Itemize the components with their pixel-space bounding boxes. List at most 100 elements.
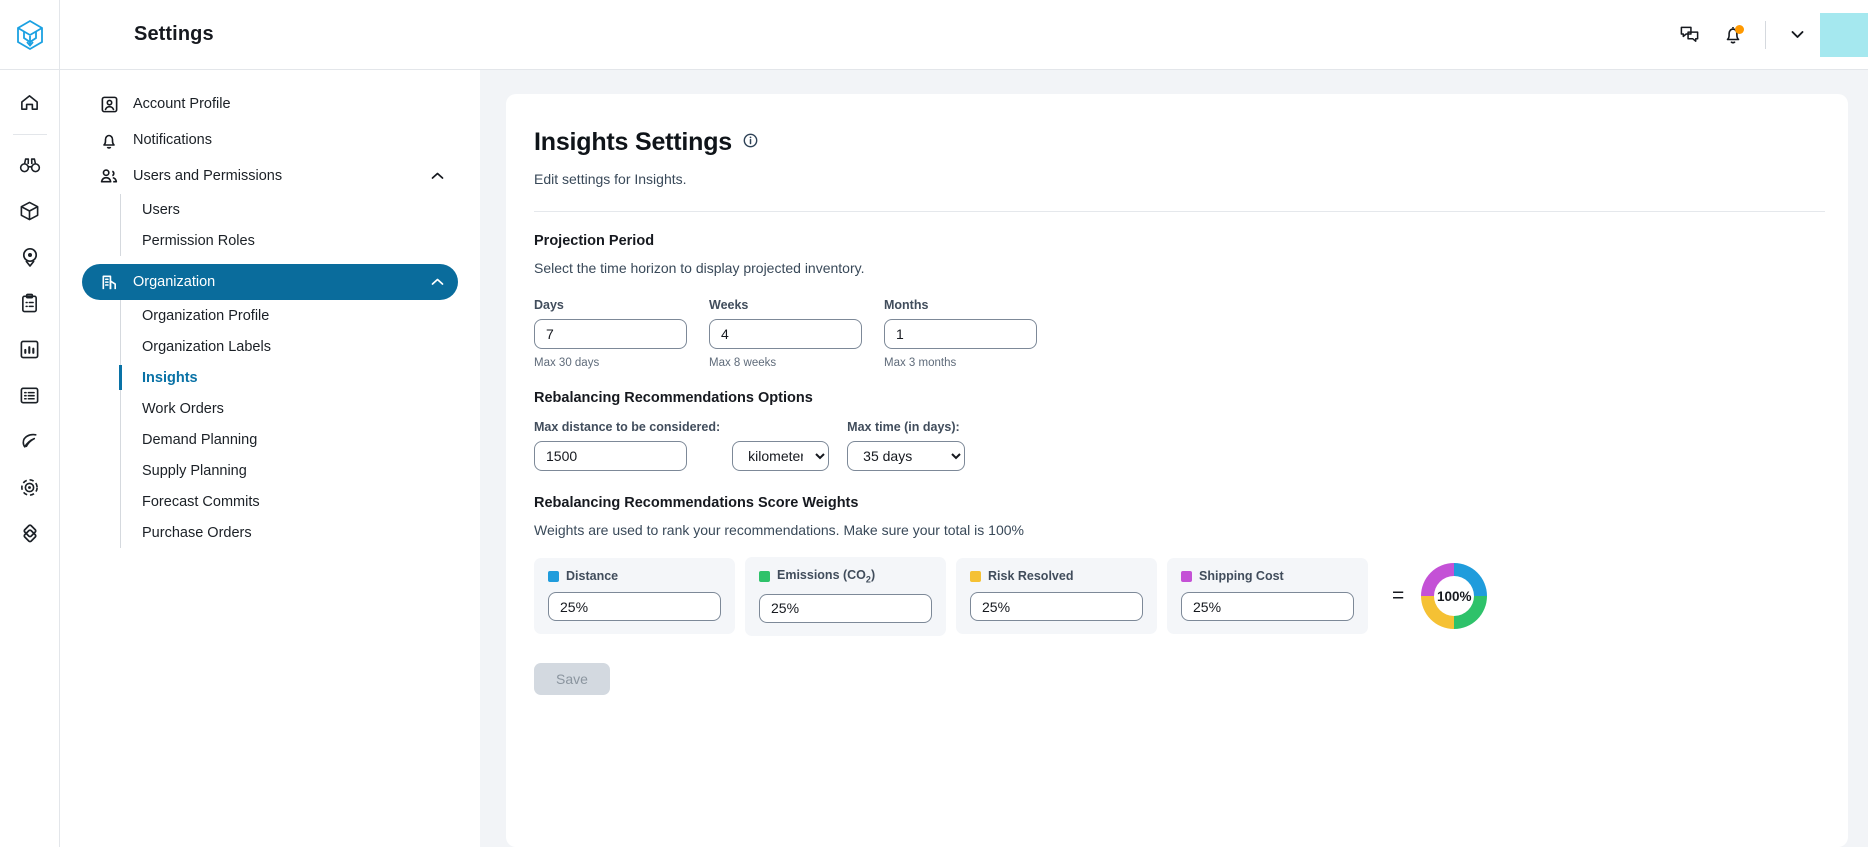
sidebar-item-users[interactable]: Users [121,194,480,225]
sidebar-item-work-orders[interactable]: Work Orders [121,393,480,424]
subnav-label: Supply Planning [142,463,247,479]
days-input[interactable] [534,319,687,349]
sidebar-item-forecast-commits[interactable]: Forecast Commits [121,486,480,517]
projection-period-description: Select the time horizon to display proje… [534,260,1816,276]
rail-item-discover[interactable] [10,145,50,185]
field-hint: Max 30 days [534,357,687,369]
rebalancing-options-title: Rebalancing Recommendations Options [534,390,1816,406]
leaf-icon [19,431,40,452]
score-weights-description: Weights are used to rank your recommenda… [534,522,1816,538]
sidebar-item-users-and-permissions[interactable]: Users and Permissions [82,158,458,194]
sidebar-item-demand-planning[interactable]: Demand Planning [121,424,480,455]
nav-spacer [60,256,480,264]
bell-icon [98,131,120,150]
emissions-weight-input[interactable] [759,594,932,623]
field-hint: Max 8 weeks [709,357,862,369]
projection-field-weeks: Weeks Max 8 weeks [709,298,862,369]
chevron-down-icon [1791,30,1804,39]
page-title: Insights Settings [534,128,732,157]
rail-item-radar[interactable] [10,467,50,507]
max-time-select[interactable]: 35 days 7 days 14 days 21 days [847,441,965,471]
notification-badge-dot [1735,25,1744,34]
rail-item-locations[interactable] [10,237,50,277]
section-divider [534,211,1825,212]
sidebar-item-permission-roles[interactable]: Permission Roles [121,225,480,256]
sidebar-item-insights[interactable]: Insights [121,362,480,393]
account-profile-icon [98,95,120,114]
sidebar-item-purchase-orders[interactable]: Purchase Orders [121,517,480,548]
app-logo[interactable] [0,0,60,70]
list-details-icon [19,385,40,406]
weight-label: Distance [566,569,618,583]
subnav-label: Purchase Orders [142,525,252,541]
rail-item-reports[interactable] [10,375,50,415]
distance-color-swatch [548,571,559,582]
weight-card-emissions: Emissions (CO2) [745,557,946,636]
score-weights-row: Distance Emissions (CO2) [534,557,1816,636]
subnav-label: Permission Roles [142,233,255,249]
save-button[interactable]: Save [534,663,610,695]
page-header-title: Settings [134,23,214,46]
sidebar-item-supply-planning[interactable]: Supply Planning [121,455,480,486]
organization-building-icon [98,273,120,292]
sidebar-item-organization[interactable]: Organization [82,264,458,300]
weight-legend: Emissions (CO2) [759,568,932,585]
shipping-cost-weight-input[interactable] [1181,592,1354,621]
subnav-label: Users [142,202,180,218]
sidebar-item-account-profile[interactable]: Account Profile [82,86,458,122]
clipboard-list-icon [20,292,39,314]
users-group-icon [98,167,120,186]
sidebar-item-notifications[interactable]: Notifications [82,122,458,158]
risk-resolved-weight-input[interactable] [970,592,1143,621]
rail-divider [13,134,47,135]
package-box-icon [19,200,40,222]
weight-card-distance: Distance [534,558,735,634]
notifications-bell-icon[interactable] [1711,13,1755,57]
page-subtitle: Edit settings for Insights. [534,171,1816,187]
chat-bubbles-icon[interactable] [1667,13,1711,57]
rail-item-inventory[interactable] [10,191,50,231]
weeks-input[interactable] [709,319,862,349]
subnav-label: Work Orders [142,401,224,417]
distance-unit-select[interactable]: kilometers miles [732,441,829,471]
score-weights-title: Rebalancing Recommendations Score Weight… [534,495,1816,511]
rail-item-integrations[interactable] [10,513,50,553]
rail-item-analytics[interactable] [10,329,50,369]
chevron-up-icon[interactable] [431,172,444,180]
months-input[interactable] [884,319,1037,349]
chevron-up-icon[interactable] [431,278,444,286]
account-menu-chevron[interactable] [1780,15,1814,55]
weight-legend: Risk Resolved [970,569,1143,583]
header-divider [1765,21,1766,49]
field-label: Weeks [709,298,862,312]
bar-chart-icon [19,339,40,360]
shipping-cost-color-swatch [1181,571,1192,582]
subnav-label: Insights [142,370,198,386]
field-label: Months [884,298,1037,312]
subnav-label: Organization Labels [142,339,271,355]
subnav-label: Forecast Commits [142,494,260,510]
sidebar-item-label: Users and Permissions [133,168,282,184]
sidebar-item-organization-profile[interactable]: Organization Profile [121,300,480,331]
organization-subnav: Organization Profile Organization Labels… [120,300,480,548]
sidebar-item-organization-labels[interactable]: Organization Labels [121,331,480,362]
max-distance-input[interactable] [534,441,687,471]
rail-item-orders[interactable] [10,283,50,323]
distance-weight-input[interactable] [548,592,721,621]
info-circle-icon[interactable] [743,133,758,153]
distance-unit-group: kilometers miles [732,441,829,471]
weight-label: Emissions (CO2) [777,568,875,585]
settings-card: Insights Settings Edit settings for Insi… [506,94,1848,847]
max-time-group: Max time (in days): 35 days 7 days 14 da… [847,420,965,471]
rail-item-home[interactable] [10,82,50,122]
avatar[interactable] [1820,13,1868,57]
weight-card-risk-resolved: Risk Resolved [956,558,1157,634]
header-actions [1667,0,1868,70]
binoculars-icon [19,155,41,175]
rail-item-sustainability[interactable] [10,421,50,461]
projection-field-days: Days Max 30 days [534,298,687,369]
location-pin-icon [20,246,40,268]
projection-period-title: Projection Period [534,233,1816,249]
projection-fields-row: Days Max 30 days Weeks Max 8 weeks Month… [534,298,1816,369]
home-icon [19,92,40,113]
